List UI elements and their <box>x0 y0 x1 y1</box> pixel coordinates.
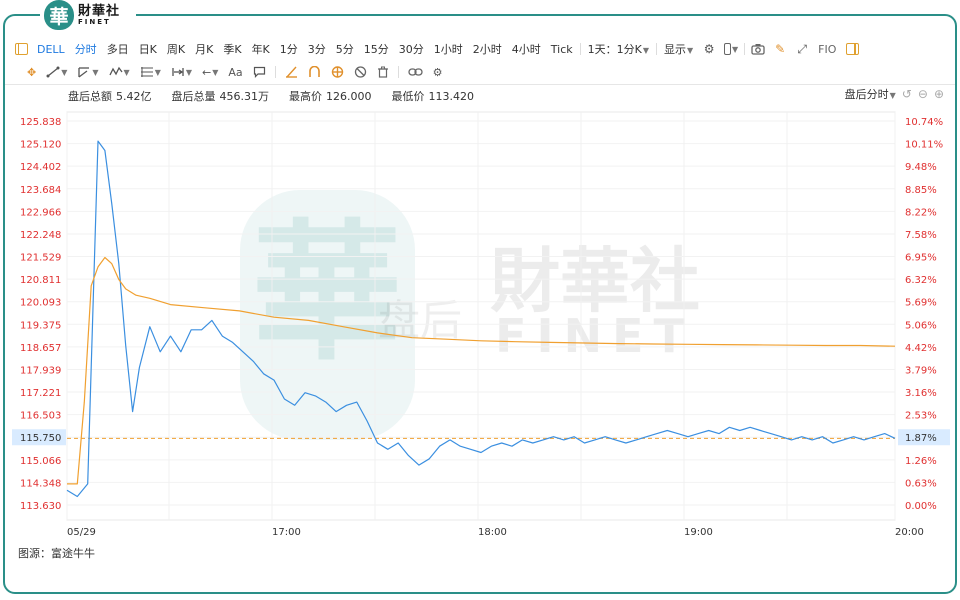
y-left-tick-14: 115.750 <box>20 433 61 444</box>
y-right-tick-9: 5.06% <box>905 320 937 331</box>
chart-axes: 125.838 125.120 124.402 123.684 122.966 122.2… <box>12 117 950 538</box>
y-right-tick-16: 0.63% <box>905 478 937 489</box>
y-right-tick-10: 4.42% <box>905 343 937 354</box>
y-right-tick-14: 1.87% <box>905 433 937 444</box>
y-right-tick-8: 5.69% <box>905 298 937 309</box>
y-right-tick-17: 0.00% <box>905 501 937 512</box>
chart-grid <box>66 111 896 521</box>
y-left-tick-10: 118.657 <box>20 343 61 354</box>
y-left-tick-15: 115.066 <box>20 456 61 467</box>
series-line-0 <box>66 140 896 498</box>
watermark-seal: 華 <box>252 205 402 381</box>
y-right-tick-11: 3.79% <box>905 365 937 376</box>
y-left-tick-11: 117.939 <box>20 365 61 376</box>
y-right-tick-7: 6.32% <box>905 275 937 286</box>
x-tick-2: 18:00 <box>478 527 507 538</box>
y-right-tick-6: 6.95% <box>905 253 937 264</box>
y-left-tick-17: 113.630 <box>20 501 61 512</box>
intraday-chart[interactable]: 華財華社FINET盘后 125.838 125.120 124.402 123.684… <box>0 0 960 600</box>
watermark-en: FINET <box>495 309 695 363</box>
series-line-1 <box>67 256 896 485</box>
y-left-tick-3: 123.684 <box>20 185 61 196</box>
plot-border <box>66 111 896 521</box>
y-right-tick-5: 7.58% <box>905 230 937 241</box>
source-caption: 图源：富途牛牛 <box>18 547 95 560</box>
y-left-tick-12: 117.221 <box>20 388 61 399</box>
y-left-tick-2: 124.402 <box>20 162 61 173</box>
y-left-tick-13: 116.503 <box>20 411 61 422</box>
y-right-tick-2: 9.48% <box>905 162 937 173</box>
y-left-tick-4: 122.966 <box>20 207 61 218</box>
x-tick-0: 05/29 <box>67 527 96 538</box>
chart-lines <box>66 140 896 498</box>
y-left-tick-8: 120.093 <box>20 298 61 309</box>
y-right-tick-0: 10.74% <box>905 117 943 128</box>
y-right-tick-12: 3.16% <box>905 388 937 399</box>
y-right-tick-13: 2.53% <box>905 411 937 422</box>
y-left-tick-9: 119.375 <box>20 320 61 331</box>
x-tick-3: 19:00 <box>684 527 713 538</box>
y-left-tick-6: 121.529 <box>20 253 61 264</box>
y-left-tick-5: 122.248 <box>20 230 61 241</box>
y-right-tick-15: 1.26% <box>905 456 937 467</box>
y-left-tick-0: 125.838 <box>20 117 61 128</box>
x-tick-1: 17:00 <box>272 527 301 538</box>
y-left-tick-16: 114.348 <box>20 478 61 489</box>
y-right-tick-3: 8.85% <box>905 185 937 196</box>
y-left-tick-7: 120.811 <box>20 275 61 286</box>
y-right-tick-4: 8.22% <box>905 207 937 218</box>
watermark: 華財華社FINET盘后 <box>240 190 700 440</box>
y-left-tick-1: 125.120 <box>20 140 61 151</box>
y-right-tick-1: 10.11% <box>905 140 943 151</box>
x-tick-4: 20:00 <box>895 527 924 538</box>
